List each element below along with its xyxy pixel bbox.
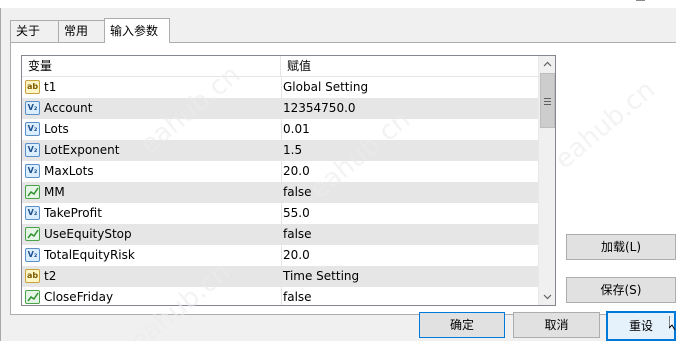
variable-name: Account bbox=[44, 101, 93, 115]
tab-common-label: 常用 bbox=[64, 24, 89, 38]
variable-name: Lots bbox=[44, 122, 69, 136]
variable-value[interactable]: 20.0 bbox=[283, 245, 538, 266]
variable-name: t2 bbox=[44, 269, 57, 283]
vertical-scrollbar[interactable] bbox=[538, 56, 555, 305]
column-divider bbox=[281, 161, 282, 182]
table-row[interactable]: V₂ TotalEquityRisk 20.0 bbox=[22, 245, 538, 266]
boolean-type-icon bbox=[25, 185, 40, 199]
variable-value[interactable]: false bbox=[283, 182, 538, 203]
table-row[interactable]: CloseFriday false bbox=[22, 287, 538, 305]
scrollbar-thumb[interactable] bbox=[540, 73, 555, 128]
variable-name: MaxLots bbox=[44, 164, 94, 178]
table-row[interactable]: UseEquityStop false bbox=[22, 224, 538, 245]
scroll-up-arrow-icon[interactable] bbox=[539, 56, 555, 73]
table-row[interactable]: MM false bbox=[22, 182, 538, 203]
column-divider bbox=[281, 245, 282, 266]
tab-about[interactable]: 关于 bbox=[10, 20, 59, 42]
variable-name: CloseFriday bbox=[44, 290, 114, 304]
table-row[interactable]: ab t2 Time Setting bbox=[22, 266, 538, 287]
variable-name: UseEquityStop bbox=[44, 227, 132, 241]
variable-value[interactable]: Time Setting bbox=[283, 266, 538, 287]
numeric-type-icon: V₂ bbox=[25, 206, 40, 220]
column-divider bbox=[281, 266, 282, 287]
load-button[interactable]: 加载(L) bbox=[566, 234, 676, 260]
column-divider bbox=[281, 98, 282, 119]
ok-button[interactable]: 确定 bbox=[419, 312, 505, 338]
scrollbar-grip-icon bbox=[544, 98, 551, 105]
variable-value[interactable]: Global Setting bbox=[283, 77, 538, 98]
grid-rows: ab t1 Global Setting V₂ Account 12354750.0 V₂ L… bbox=[22, 77, 538, 305]
variable-name: LotExponent bbox=[44, 143, 120, 157]
numeric-type-icon: V₂ bbox=[25, 143, 40, 157]
numeric-type-icon: V₂ bbox=[25, 122, 40, 136]
boolean-type-icon bbox=[25, 227, 40, 241]
column-divider bbox=[281, 203, 282, 224]
column-divider bbox=[281, 224, 282, 245]
string-type-icon: ab bbox=[25, 80, 40, 94]
table-row[interactable]: ab t1 Global Setting bbox=[22, 77, 538, 98]
mouse-cursor-icon bbox=[668, 316, 676, 331]
numeric-type-icon: V₂ bbox=[25, 248, 40, 262]
numeric-type-icon: V₂ bbox=[25, 101, 40, 115]
title-bar bbox=[0, 0, 676, 8]
string-type-icon: ab bbox=[25, 269, 40, 283]
save-button[interactable]: 保存(S) bbox=[566, 277, 676, 303]
tab-about-label: 关于 bbox=[16, 24, 41, 38]
variable-value[interactable]: 1.5 bbox=[283, 140, 538, 161]
tab-common[interactable]: 常用 bbox=[58, 20, 105, 42]
column-header-value[interactable]: 赋值 bbox=[281, 56, 538, 76]
variable-value[interactable]: false bbox=[283, 287, 538, 305]
reset-button[interactable]: 重设 bbox=[606, 311, 676, 341]
column-divider bbox=[281, 287, 282, 305]
variable-name: t1 bbox=[44, 80, 57, 94]
scroll-down-arrow-icon[interactable] bbox=[539, 288, 555, 305]
column-divider bbox=[281, 119, 282, 140]
variable-value[interactable]: 12354750.0 bbox=[283, 98, 538, 119]
numeric-type-icon: V₂ bbox=[25, 164, 40, 178]
column-divider bbox=[281, 140, 282, 161]
table-row[interactable]: V₂ Lots 0.01 bbox=[22, 119, 538, 140]
table-row[interactable]: V₂ Account 12354750.0 bbox=[22, 98, 538, 119]
variable-name: TotalEquityRisk bbox=[44, 248, 135, 262]
parameters-grid: 变量 赋值 ab t1 Global Setting V₂ Account 1235475… bbox=[21, 55, 556, 306]
variable-name: MM bbox=[44, 185, 65, 199]
variable-name: TakeProfit bbox=[44, 206, 102, 220]
cancel-button[interactable]: 取消 bbox=[513, 312, 600, 338]
column-header-variable[interactable]: 变量 bbox=[22, 56, 281, 76]
table-row[interactable]: V₂ LotExponent 1.5 bbox=[22, 140, 538, 161]
tab-inputs-label: 输入参数 bbox=[110, 24, 159, 38]
variable-value[interactable]: false bbox=[283, 224, 538, 245]
window-close-button[interactable] bbox=[622, 0, 670, 8]
variable-value[interactable]: 0.01 bbox=[283, 119, 538, 140]
boolean-type-icon bbox=[25, 290, 40, 304]
table-row[interactable]: V₂ MaxLots 20.0 bbox=[22, 161, 538, 182]
grid-header: 变量 赋值 bbox=[22, 56, 538, 77]
variable-value[interactable]: 55.0 bbox=[283, 203, 538, 224]
column-divider bbox=[281, 182, 282, 203]
tab-inputs[interactable]: 输入参数 bbox=[104, 18, 170, 43]
column-divider bbox=[281, 77, 282, 98]
table-row[interactable]: V₂ TakeProfit 55.0 bbox=[22, 203, 538, 224]
variable-value[interactable]: 20.0 bbox=[283, 161, 538, 182]
